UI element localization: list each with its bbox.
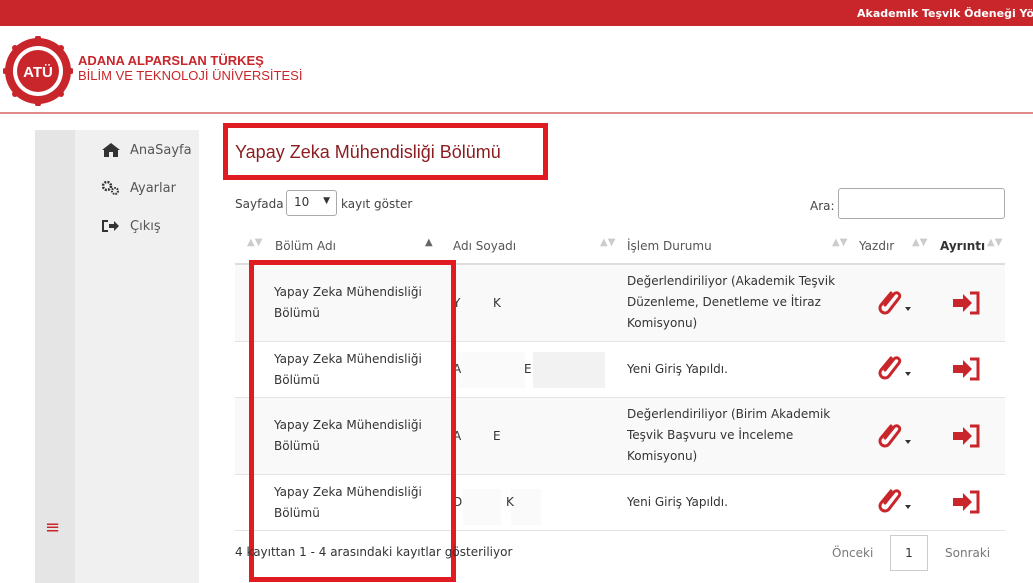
length-suffix: kayıt göster bbox=[341, 197, 413, 211]
sort-icon[interactable]: ▲▼ bbox=[600, 237, 615, 248]
sidebar-item-label: Çıkış bbox=[130, 218, 161, 234]
university-name-line1: ADANA ALPARSLAN TÜRKEŞ bbox=[78, 53, 264, 68]
status-cell: Yeni Giriş Yapıldı. bbox=[627, 359, 728, 380]
surname-initial: E bbox=[524, 362, 532, 376]
logo-text: ATÜ bbox=[23, 64, 53, 81]
pagination-previous[interactable]: Önceki bbox=[832, 546, 873, 560]
sidebar-item-home[interactable]: AnaSayfa bbox=[100, 142, 192, 158]
title-highlight-box bbox=[223, 123, 548, 180]
university-logo[interactable]: ATÜ bbox=[3, 36, 73, 106]
redacted-name-block bbox=[511, 489, 541, 525]
table-info: 4 kayıttan 1 - 4 arasındaki kayıtlar gös… bbox=[235, 545, 513, 559]
sign-out-icon bbox=[102, 220, 119, 232]
university-name-line2: BİLİM VE TEKNOLOJİ ÜNİVERSİTESİ bbox=[78, 68, 303, 83]
column-header-status[interactable]: İşlem Durumu bbox=[627, 239, 712, 253]
status-cell: Değerlendiriliyor (Birim Akademik Teşvik… bbox=[627, 404, 830, 467]
paperclip-print-icon[interactable] bbox=[873, 422, 913, 452]
paperclip-print-icon[interactable] bbox=[873, 289, 913, 319]
surname-initial: K bbox=[493, 296, 501, 310]
sort-asc-icon[interactable]: ▲ bbox=[425, 237, 433, 248]
sidebar-item-label: AnaSayfa bbox=[130, 142, 192, 158]
length-label: Sayfada bbox=[235, 197, 284, 211]
surname-initial: E bbox=[493, 429, 501, 443]
sort-icon[interactable]: ▲▼ bbox=[832, 237, 847, 248]
menu-toggle-icon[interactable]: ≡ bbox=[45, 517, 63, 538]
status-cell: Değerlendiriliyor (Akademik Teşvik Düzen… bbox=[627, 271, 835, 334]
university-name: ADANA ALPARSLAN TÜRKEŞ BİLİM VE TEKNOLOJ… bbox=[78, 53, 302, 83]
details-arrow-icon[interactable] bbox=[951, 357, 981, 381]
status-line: Yeni Giriş Yapıldı. bbox=[627, 495, 728, 509]
column-header-name[interactable]: Adı Soyadı bbox=[453, 239, 516, 253]
search-input[interactable] bbox=[838, 188, 1005, 219]
top-bar: Akademik Teşvik Ödeneği Yönet bbox=[0, 0, 1033, 26]
redacted-name-block bbox=[463, 489, 501, 525]
column-highlight-box bbox=[249, 260, 456, 582]
details-arrow-icon[interactable] bbox=[951, 490, 981, 514]
page-length-value: 10 bbox=[294, 195, 310, 209]
chevron-down-icon: ▼ bbox=[323, 196, 330, 206]
sort-icon[interactable]: ▲▼ bbox=[987, 237, 1002, 248]
redacted-name-block bbox=[533, 352, 605, 388]
redacted-name-block bbox=[457, 352, 525, 388]
column-header-print[interactable]: Yazdır bbox=[859, 239, 894, 253]
details-arrow-icon[interactable] bbox=[951, 424, 981, 448]
status-line: Yeni Giriş Yapıldı. bbox=[627, 362, 728, 376]
status-line: Değerlendiriliyor (Akademik Teşvik bbox=[627, 274, 836, 288]
gears-icon bbox=[101, 180, 119, 195]
sort-icon[interactable]: ▲▼ bbox=[912, 237, 927, 248]
details-arrow-icon[interactable] bbox=[951, 291, 981, 315]
pagination-page-1[interactable]: 1 bbox=[890, 535, 928, 571]
app-title: Akademik Teşvik Ödeneği Yönet bbox=[857, 7, 1033, 20]
sidebar-item-logout[interactable]: Çıkış bbox=[100, 218, 161, 234]
paperclip-print-icon[interactable] bbox=[873, 354, 913, 384]
search-label: Ara: bbox=[810, 199, 835, 213]
page-length-select[interactable]: 10 ▼ bbox=[286, 190, 337, 216]
pagination-next[interactable]: Sonraki bbox=[945, 546, 990, 560]
status-line: Komisyonu) bbox=[627, 449, 698, 463]
column-header-department[interactable]: Bölüm Adı bbox=[275, 239, 336, 253]
home-icon bbox=[102, 143, 120, 157]
sort-icon[interactable]: ▲▼ bbox=[247, 237, 262, 248]
sidebar-item-settings[interactable]: Ayarlar bbox=[100, 180, 176, 196]
paperclip-print-icon[interactable] bbox=[873, 487, 913, 517]
status-line: Teşvik Başvuru ve İnceleme bbox=[627, 428, 794, 442]
sidebar: AnaSayfa Ayarlar Çıkış bbox=[75, 130, 199, 583]
column-header-details[interactable]: Ayrıntı bbox=[940, 239, 985, 253]
status-line: Komisyonu) bbox=[627, 316, 698, 330]
sidebar-strip bbox=[35, 130, 75, 583]
status-line: Değerlendiriliyor (Birim Akademik bbox=[627, 407, 831, 421]
surname-initial: K bbox=[506, 495, 514, 509]
status-cell: Yeni Giriş Yapıldı. bbox=[627, 492, 728, 513]
status-line: Düzenleme, Denetleme ve İtiraz bbox=[627, 295, 821, 309]
header-divider bbox=[0, 112, 1033, 114]
sidebar-item-label: Ayarlar bbox=[130, 180, 176, 196]
